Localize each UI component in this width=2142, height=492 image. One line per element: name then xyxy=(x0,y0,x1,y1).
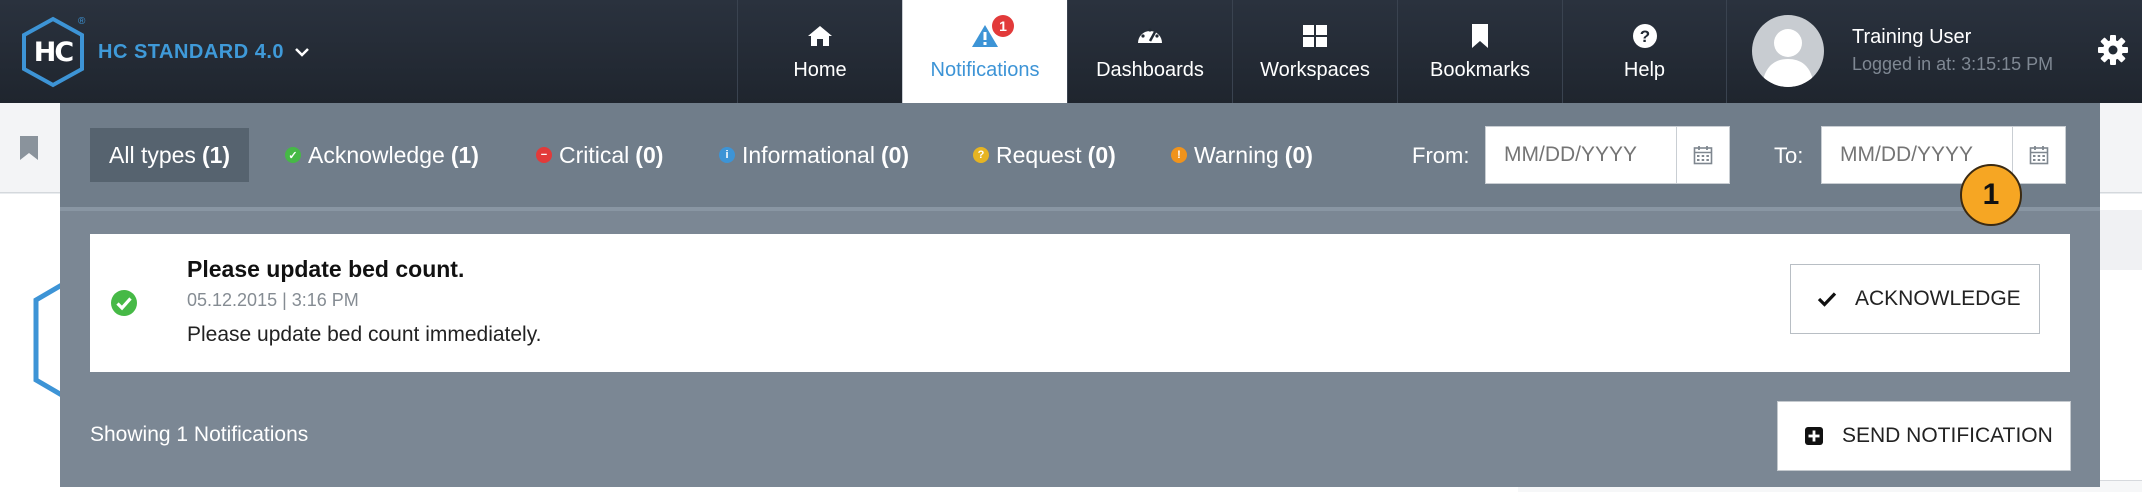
filter-label: Warning xyxy=(1194,141,1279,168)
top-navbar: HC ® HC STANDARD 4.0 Home 1 Notification… xyxy=(0,0,2142,103)
login-time: Logged in at: 3:15:15 PM xyxy=(1852,54,2054,74)
nav-tab-help[interactable]: ? Help xyxy=(1562,0,1727,103)
minus-circle-icon: − xyxy=(536,147,552,163)
alert-icon: 1 xyxy=(970,15,1014,51)
filter-count: (0) xyxy=(1284,141,1313,168)
divider xyxy=(60,207,2100,211)
acknowledge-button[interactable]: ACKNOWLEDGE xyxy=(1790,264,2040,334)
notifications-panel: All types (1) ✓ Acknowledge (1) − Critical… xyxy=(60,103,2100,487)
nav-tab-dashboards[interactable]: Dashboards xyxy=(1067,0,1232,103)
nav-tab-workspaces[interactable]: Workspaces xyxy=(1232,0,1397,103)
from-date-input[interactable] xyxy=(1485,126,1677,184)
from-calendar-button[interactable] xyxy=(1676,126,1730,184)
home-icon xyxy=(805,21,835,51)
brand-menu[interactable]: HC ® HC STANDARD 4.0 xyxy=(20,16,312,88)
nav-tab-label: Workspaces xyxy=(1260,59,1370,81)
notification-title: Please update bed count. xyxy=(187,256,465,282)
filter-count: (1) xyxy=(201,141,231,168)
check-circle-icon: ✓ xyxy=(285,147,301,163)
filter-critical[interactable]: − Critical (0) xyxy=(517,128,682,182)
question-circle-icon: ? xyxy=(973,147,989,163)
hc-logo: HC ® xyxy=(20,16,86,88)
to-label: To: xyxy=(1774,143,1804,168)
filter-all-types[interactable]: All types (1) xyxy=(90,128,250,182)
app-title: HC STANDARD 4.0 xyxy=(98,40,285,63)
gear-icon[interactable] xyxy=(2097,34,2129,66)
notification-item: Please update bed count. 05.12.2015 | 3:… xyxy=(90,234,2070,372)
filter-warning[interactable]: ! Warning (0) xyxy=(1152,128,1332,182)
calendar-icon xyxy=(2029,146,2049,165)
check-circle-icon xyxy=(111,290,137,316)
acknowledge-label: ACKNOWLEDGE xyxy=(1855,287,2021,310)
step-marker: 1 xyxy=(1960,164,2022,226)
filter-label: Request xyxy=(996,141,1082,168)
svg-text:?: ? xyxy=(1639,27,1649,46)
grid-icon xyxy=(1300,21,1330,51)
nav-tab-label: Notifications xyxy=(930,59,1040,81)
nav-tab-label: Home xyxy=(793,59,847,81)
nav-tab-label: Help xyxy=(1623,59,1666,81)
exclamation-circle-icon: ! xyxy=(1171,147,1187,163)
dashboard-icon xyxy=(1135,21,1165,51)
filter-request[interactable]: ? Request (0) xyxy=(954,128,1135,182)
background-panel-edge xyxy=(2098,210,2142,270)
filter-informational[interactable]: i Informational (0) xyxy=(700,128,928,182)
notification-date: 05.12.2015 | 3:16 PM xyxy=(187,290,359,310)
plus-square-icon xyxy=(1805,427,1823,445)
chevron-down-icon xyxy=(295,48,309,57)
to-calendar-button[interactable] xyxy=(2012,126,2066,184)
avatar[interactable] xyxy=(1752,15,1824,87)
send-notification-label: SEND NOTIFICATION xyxy=(1842,424,2053,447)
filter-label: Critical xyxy=(559,141,630,168)
send-notification-button[interactable]: SEND NOTIFICATION xyxy=(1777,401,2071,471)
filter-count: (0) xyxy=(880,141,910,168)
calendar-icon xyxy=(1693,146,1713,165)
filter-acknowledge[interactable]: ✓ Acknowledge (1) xyxy=(266,128,498,182)
nav-tab-bookmarks[interactable]: Bookmarks xyxy=(1397,0,1562,103)
from-label: From: xyxy=(1412,143,1470,168)
notification-count-text: Showing 1 Notifications xyxy=(90,423,309,446)
filter-count: (1) xyxy=(450,141,479,168)
bookmark-icon xyxy=(1465,21,1495,51)
filter-count: (0) xyxy=(1087,141,1116,168)
nav-tab-label: Dashboards xyxy=(1096,59,1204,81)
notification-body: Please update bed count immediately. xyxy=(187,323,542,346)
bookmark-icon xyxy=(20,136,38,160)
filter-bar: All types (1) ✓ Acknowledge (1) − Critical… xyxy=(60,103,2100,207)
filter-count: (0) xyxy=(635,141,664,168)
nav-tab-notifications[interactable]: 1 Notifications xyxy=(902,0,1067,103)
filter-label: Informational xyxy=(742,141,875,168)
help-icon: ? xyxy=(1630,21,1660,51)
notification-count-badge: 1 xyxy=(992,15,1014,37)
filter-label: All types xyxy=(109,141,196,168)
nav-tab-home[interactable]: Home xyxy=(737,0,902,103)
user-name: Training User xyxy=(1852,26,1972,48)
logo-text: HC xyxy=(33,36,74,68)
filter-label: Acknowledge xyxy=(308,141,445,168)
main-nav: Home 1 Notifications Dashboards Workspac… xyxy=(737,0,1727,103)
info-circle-icon: i xyxy=(719,147,735,163)
checkmark-icon xyxy=(1817,292,1837,307)
nav-tab-label: Bookmarks xyxy=(1429,59,1531,81)
